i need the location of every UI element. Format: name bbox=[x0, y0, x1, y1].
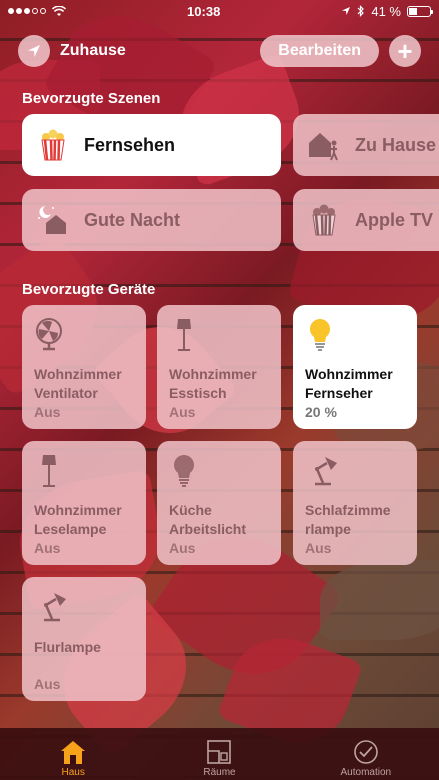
device-name: Flurlampe bbox=[34, 639, 101, 655]
wifi-icon bbox=[52, 5, 66, 16]
fan-icon bbox=[34, 317, 68, 353]
lightbulb-icon bbox=[169, 453, 203, 489]
device-status: Aus bbox=[34, 404, 61, 420]
house-icon bbox=[61, 741, 86, 764]
tab-label: Haus bbox=[61, 767, 85, 778]
status-time: 10:38 bbox=[187, 3, 221, 19]
tab-automation[interactable]: Automation bbox=[306, 739, 426, 778]
device-wohnzimmer-ventilator[interactable]: Wohnzimmer Ventilator Aus bbox=[22, 305, 146, 429]
device-name: Wohnzimmer Leselampe bbox=[34, 502, 122, 537]
rooms-icon bbox=[207, 740, 232, 764]
floor-lamp-icon bbox=[169, 317, 203, 353]
device-wohnzimmer-esstisch[interactable]: Wohnzimmer Esstisch Aus bbox=[157, 305, 281, 429]
house-person-icon bbox=[307, 128, 341, 162]
scene-apple-tv[interactable]: Apple TV bbox=[293, 189, 439, 251]
clock-icon bbox=[354, 740, 378, 764]
moon-house-icon bbox=[36, 203, 70, 237]
device-status: Aus bbox=[34, 676, 61, 692]
device-flurlampe[interactable]: Flurlampe Aus bbox=[22, 577, 146, 701]
edit-button[interactable]: Bearbeiten bbox=[260, 35, 379, 67]
desk-lamp-icon bbox=[305, 453, 339, 489]
device-wohnzimmer-leselampe[interactable]: Wohnzimmer Leselampe Aus bbox=[22, 441, 146, 565]
scene-label: Zu Hause bbox=[355, 134, 437, 155]
device-status: Aus bbox=[305, 540, 332, 556]
device-name: Schlafzimme rlampe bbox=[305, 502, 391, 537]
devices-section-title: Bevorzugte Geräte bbox=[22, 281, 156, 298]
location-arrow-icon bbox=[342, 7, 351, 15]
device-name: Wohnzimmer Esstisch bbox=[169, 366, 257, 401]
popcorn-icon bbox=[307, 203, 341, 237]
scene-label: Apple TV bbox=[355, 209, 434, 230]
scene-fernsehen[interactable]: Fernsehen bbox=[22, 114, 281, 176]
device-schlafzimmerlampe[interactable]: Schlafzimme rlampe Aus bbox=[293, 441, 417, 565]
tab-raeume[interactable]: Räume bbox=[159, 739, 279, 778]
battery-percent: 41 % bbox=[371, 3, 401, 19]
tab-label: Räume bbox=[203, 767, 236, 778]
location-button[interactable] bbox=[18, 35, 50, 67]
home-name[interactable]: Zuhause bbox=[60, 42, 126, 60]
scene-gute-nacht[interactable]: Gute Nacht bbox=[22, 189, 281, 251]
device-name: Wohnzimmer Fernseher bbox=[305, 366, 393, 401]
device-status: Aus bbox=[169, 404, 196, 420]
tab-haus[interactable]: Haus bbox=[13, 739, 133, 778]
home-header: Zuhause Bearbeiten + bbox=[18, 34, 421, 68]
device-wohnzimmer-fernseher[interactable]: Wohnzimmer Fernseher 20 % bbox=[293, 305, 417, 429]
tab-bar: Haus Räume Automation bbox=[0, 728, 439, 780]
tab-label: Automation bbox=[340, 767, 392, 778]
desk-lamp-icon bbox=[34, 589, 68, 625]
plus-icon: + bbox=[397, 36, 413, 66]
device-status: Aus bbox=[34, 540, 61, 556]
bluetooth-icon bbox=[357, 5, 365, 17]
scene-zu-hause[interactable]: Zu Hause bbox=[293, 114, 439, 176]
scene-label: Gute Nacht bbox=[84, 209, 181, 230]
add-button[interactable]: + bbox=[389, 35, 421, 67]
device-name: Küche Arbeitslicht bbox=[169, 502, 247, 537]
lightbulb-icon bbox=[305, 317, 339, 353]
location-arrow-icon bbox=[28, 45, 40, 57]
scenes-section-title: Bevorzugte Szenen bbox=[22, 90, 161, 107]
home-location-button[interactable]: Zuhause bbox=[18, 35, 126, 67]
device-status: 20 % bbox=[305, 404, 337, 420]
battery-icon bbox=[406, 5, 433, 17]
device-status: Aus bbox=[169, 540, 196, 556]
device-name: Wohnzimmer Ventilator bbox=[34, 366, 122, 401]
scene-label: Fernsehen bbox=[84, 134, 176, 155]
device-kueche-arbeitslicht[interactable]: Küche Arbeitslicht Aus bbox=[157, 441, 281, 565]
cell-signal-icon bbox=[8, 8, 46, 14]
status-bar: 10:38 41 % bbox=[0, 0, 439, 22]
popcorn-icon bbox=[36, 128, 70, 162]
floor-lamp-icon bbox=[34, 453, 68, 489]
